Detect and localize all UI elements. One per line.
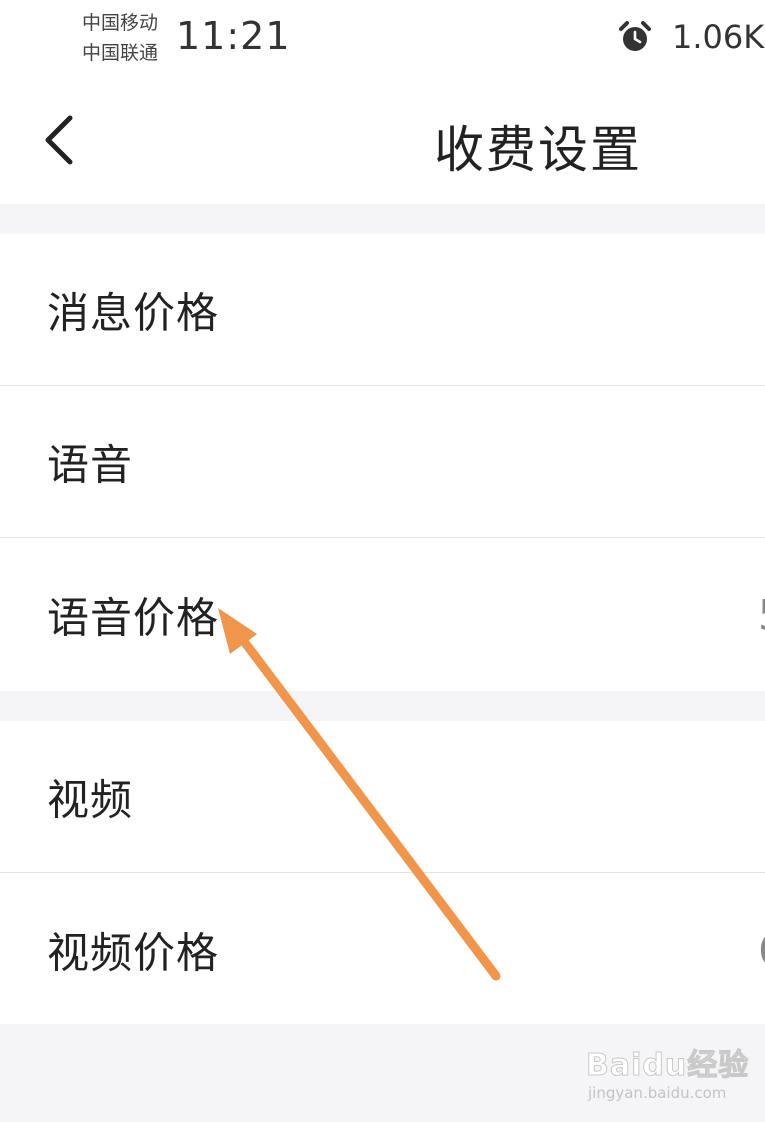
status-bar: 中国移动 中国联通 11:21 1.06K (0, 0, 765, 80)
row-label: 语音 (47, 440, 134, 489)
page-title: 收费设置 (434, 121, 642, 179)
settings-group-1: 消息价格 语音 语音价格 5 (0, 234, 765, 691)
row-label: 视频 (47, 775, 134, 824)
carrier-1: 中国移动 (82, 12, 159, 34)
row-voice[interactable]: 语音 (0, 386, 765, 538)
nav-bar: 收费设置 (0, 80, 765, 204)
alarm-clock-icon (619, 21, 651, 51)
carrier-2: 中国联通 (82, 42, 159, 64)
row-value: 5 (758, 590, 765, 639)
row-video-price[interactable]: 视频价格 6 (0, 873, 765, 1026)
row-message-price[interactable]: 消息价格 (0, 234, 765, 386)
watermark-brand: Baidu经验 (585, 1048, 750, 1084)
row-video[interactable]: 视频 (0, 721, 765, 873)
row-label: 消息价格 (47, 288, 220, 337)
row-label: 视频价格 (47, 928, 220, 977)
row-label: 语音价格 (47, 593, 220, 642)
network-speed: 1.06K (672, 18, 765, 56)
carrier-info: 中国移动 中国联通 (82, 8, 158, 68)
status-time: 11:21 (176, 14, 291, 58)
watermark-logo: Baidu经验 jingyan.baidu.com (585, 1040, 748, 1104)
row-voice-price[interactable]: 语音价格 5 (0, 538, 765, 691)
watermark-url: jingyan.baidu.com (588, 1084, 727, 1102)
settings-group-2: 视频 视频价格 6 (0, 721, 765, 1024)
chevron-left-icon[interactable] (36, 110, 82, 170)
row-value: 6 (758, 925, 765, 974)
